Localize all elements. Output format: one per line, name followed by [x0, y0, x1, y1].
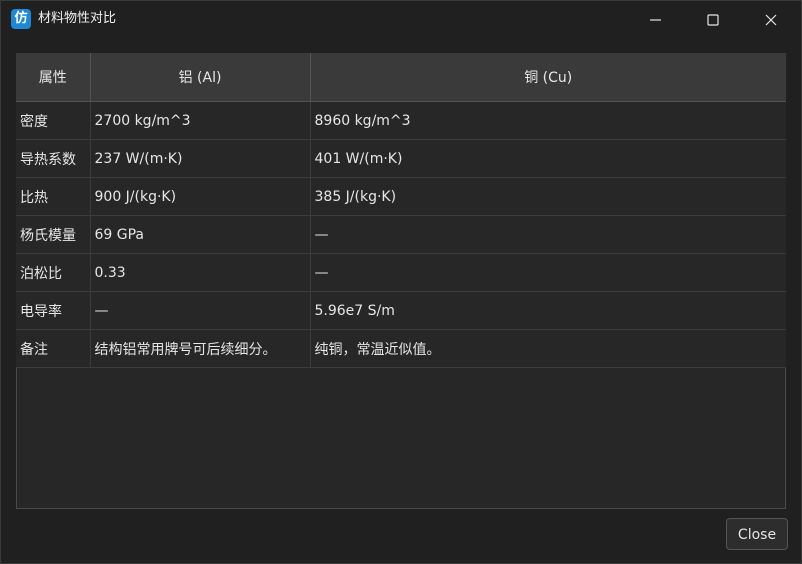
table-row[interactable]: 密度 2700 kg/m^3 8960 kg/m^3 [16, 101, 786, 140]
cell-property[interactable]: 杨氏模量 [16, 215, 91, 254]
header-property[interactable]: 属性 [16, 53, 91, 102]
cell-copper[interactable]: — [310, 253, 786, 292]
cell-property[interactable]: 泊松比 [16, 253, 91, 292]
table-row[interactable]: 泊松比 0.33 — [16, 253, 786, 292]
table-row[interactable]: 电导率 — 5.96e7 S/m [16, 291, 786, 330]
cell-aluminum[interactable]: 237 W/(m·K) [90, 139, 311, 178]
header-aluminum[interactable]: 铝 (Al) [90, 53, 311, 102]
cell-copper[interactable]: — [310, 215, 786, 254]
cell-aluminum[interactable]: 69 GPa [90, 215, 311, 254]
cell-aluminum[interactable]: 2700 kg/m^3 [90, 101, 311, 140]
minimize-icon [650, 19, 661, 21]
table-header-row: 属性 铝 (Al) 铜 (Cu) [16, 53, 786, 102]
cell-property[interactable]: 电导率 [16, 291, 91, 330]
cell-property[interactable]: 密度 [16, 101, 91, 140]
table-row[interactable]: 备注 结构铝常用牌号可后续细分。 纯铜，常温近似值。 [16, 329, 786, 368]
cell-copper[interactable]: 8960 kg/m^3 [310, 101, 786, 140]
cell-aluminum[interactable]: 结构铝常用牌号可后续细分。 [90, 329, 311, 368]
cell-copper[interactable]: 纯铜，常温近似值。 [310, 329, 786, 368]
maximize-icon [707, 14, 719, 26]
close-icon [765, 14, 777, 26]
close-button[interactable]: Close [726, 518, 788, 550]
table-row[interactable]: 比热 900 J/(kg·K) 385 J/(kg·K) [16, 177, 786, 216]
cell-copper[interactable]: 5.96e7 S/m [310, 291, 786, 330]
comparison-table-frame[interactable]: 属性 铝 (Al) 铜 (Cu) 密度 2700 kg/m^3 8960 kg/… [16, 53, 786, 509]
cell-aluminum[interactable]: — [90, 291, 311, 330]
minimize-button[interactable] [627, 1, 685, 39]
table-row[interactable]: 导热系数 237 W/(m·K) 401 W/(m·K) [16, 139, 786, 178]
cell-copper[interactable]: 385 J/(kg·K) [310, 177, 786, 216]
cell-aluminum[interactable]: 0.33 [90, 253, 311, 292]
window-title: 材料物性对比 [38, 11, 117, 26]
cell-copper[interactable]: 401 W/(m·K) [310, 139, 786, 178]
header-copper[interactable]: 铜 (Cu) [310, 53, 786, 102]
window-close-button[interactable] [742, 1, 800, 39]
dialog-window: 仿 材料物性对比 属性 铝 (Al) 铜 (Cu) 密度 2700 kg/m^3… [0, 0, 802, 564]
title-bar[interactable]: 仿 材料物性对比 [1, 1, 801, 39]
cell-property[interactable]: 备注 [16, 329, 91, 368]
maximize-button[interactable] [684, 1, 742, 39]
table-row[interactable]: 杨氏模量 69 GPa — [16, 215, 786, 254]
cell-property[interactable]: 比热 [16, 177, 91, 216]
cell-property[interactable]: 导热系数 [16, 139, 91, 178]
comparison-table: 属性 铝 (Al) 铜 (Cu) 密度 2700 kg/m^3 8960 kg/… [16, 53, 786, 368]
app-icon: 仿 [11, 9, 31, 29]
cell-aluminum[interactable]: 900 J/(kg·K) [90, 177, 311, 216]
